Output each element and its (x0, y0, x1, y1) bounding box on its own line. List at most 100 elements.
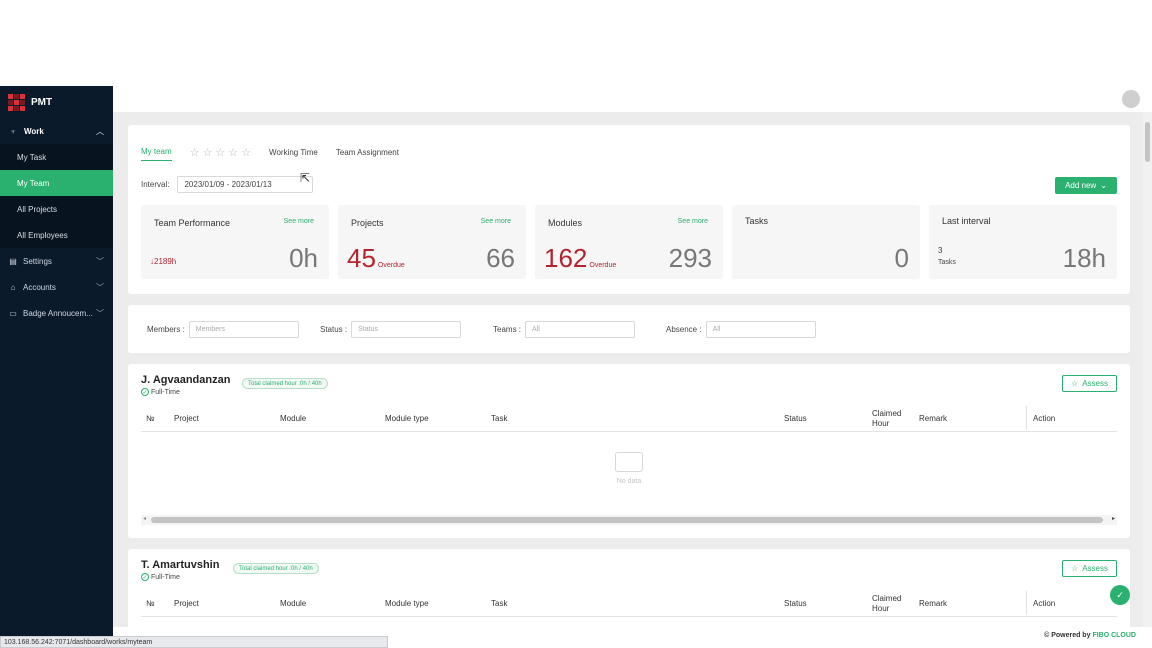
see-more-link[interactable]: See more (481, 218, 511, 225)
stat-delta: ↓2189h (150, 257, 177, 266)
col-task: Task (491, 414, 508, 423)
star-icon[interactable]: ☆ (215, 146, 225, 159)
app-name: PMT (31, 96, 53, 108)
empty-state: No data (128, 452, 1130, 485)
settings-icon: ▤ (9, 256, 17, 266)
tab-working-time[interactable]: Working Time (269, 148, 318, 157)
col-module: Module (280, 414, 307, 423)
logo-icon (8, 93, 25, 111)
claimed-hour-badge: Total claimed hour :0h / 40h (233, 563, 319, 574)
browser-status-url: 103.168.56.242:7071/dashboard/works/myte… (0, 636, 388, 648)
member-header: J. Agvaandanzan ✓ Full-Time (141, 374, 230, 396)
main-content: My team ☆ ☆ ☆ ☆ ☆ Working Time Team Assi… (113, 86, 1152, 648)
stat-value: 0h (289, 243, 318, 273)
sidebar-item-all-projects[interactable]: All Projects (0, 196, 113, 222)
employment-type: ✓ Full-Time (141, 388, 180, 396)
badge-icon: ▭ (9, 308, 17, 318)
assess-button[interactable]: ☆ Assess (1062, 375, 1117, 392)
stat-modules: Modules See more 162 Overdue 293 (535, 205, 723, 279)
teams-select[interactable]: All (525, 320, 636, 338)
member-card: J. Agvaandanzan ✓ Full-Time Total claimed… (128, 364, 1130, 538)
stat-team-performance: Team Performance See more ↓2189h 0h (141, 205, 329, 279)
mouse-cursor-icon: ⇱ (300, 171, 311, 185)
scroll-left-icon[interactable]: ◂ (143, 515, 146, 522)
table-header: № Project Module Module type Task Status… (141, 591, 1117, 617)
sidebar-group-label: Work (24, 126, 44, 136)
favorite-stars[interactable]: ☆ ☆ ☆ ☆ ☆ (190, 146, 251, 159)
powered-by: © Powered by FIBO CLOUD (1044, 632, 1136, 639)
member-name: J. Agvaandanzan (141, 374, 231, 386)
stat-title: Projects (351, 218, 384, 228)
filter-absence: Absence : All (666, 320, 816, 338)
filters-card: Members : Members Status : Status Teams … (128, 305, 1130, 353)
check-circle-icon: ✓ (141, 388, 149, 396)
sidebar-item-my-team[interactable]: My Team (0, 170, 113, 196)
check-circle-icon: ✓ (1116, 589, 1124, 600)
col-task: Task (491, 599, 508, 608)
col-module-type: Module type (385, 414, 429, 423)
no-data-text: No data (616, 478, 642, 485)
help-fab-button[interactable]: ✓ (1110, 585, 1130, 605)
overview-card: My team ☆ ☆ ☆ ☆ ☆ Working Time Team Assi… (128, 125, 1130, 294)
star-icon[interactable]: ☆ (241, 146, 251, 159)
star-icon: ☆ (1071, 379, 1079, 388)
stat-tasks: Tasks 0 (732, 205, 920, 279)
tab-team-assignment[interactable]: Team Assignment (336, 148, 399, 157)
stat-title: Tasks (745, 216, 769, 226)
horizontal-scrollbar[interactable]: ◂ ▸ (141, 515, 1117, 525)
member-name: T. Amartuvshin (141, 559, 220, 571)
claimed-hour-badge: Total claimed hour :0h / 40h (242, 378, 328, 389)
star-icon[interactable]: ☆ (228, 146, 238, 159)
sidebar-item-my-task[interactable]: My Task (0, 144, 113, 170)
sidebar-item-settings[interactable]: ▤ Settings ﹀ (0, 248, 113, 274)
avatar[interactable] (1122, 90, 1140, 108)
status-select[interactable]: Status (351, 320, 462, 338)
sidebar-group-work[interactable]: ♆ Work ︿ (0, 118, 113, 144)
add-new-button[interactable]: Add new ⌄ (1055, 177, 1117, 194)
tab-bar: My team ☆ ☆ ☆ ☆ ☆ Working Time Team Assi… (141, 145, 417, 161)
scroll-right-icon[interactable]: ▸ (1112, 515, 1115, 522)
stat-title: Team Performance (154, 218, 231, 228)
sidebar-item-badge-announcement[interactable]: ▭ Badge Annoucem... ﹀ (0, 300, 113, 326)
star-icon[interactable]: ☆ (190, 146, 200, 159)
interval-label: Interval: (141, 180, 170, 189)
col-action: Action (1033, 599, 1056, 608)
stat-last-interval: Last interval 3 Tasks 18h (929, 205, 1117, 279)
stat-overdue: 162 Overdue (544, 243, 617, 273)
sidebar-item-accounts[interactable]: ⌂ Accounts ﹀ (0, 274, 113, 300)
stat-value: 66 (486, 243, 515, 273)
col-module: Module (280, 599, 307, 608)
filter-status: Status : Status (320, 320, 493, 338)
members-select[interactable]: Members (188, 320, 299, 338)
stat-overdue: 45 Overdue (347, 243, 405, 273)
tab-my-team[interactable]: My team (141, 147, 172, 161)
stat-title: Last interval (942, 216, 991, 226)
chevron-up-icon: ︿ (96, 126, 104, 136)
sidebar-item-all-employees[interactable]: All Employees (0, 222, 113, 248)
chevron-down-icon: ﹀ (96, 256, 104, 266)
col-remark: Remark (919, 414, 948, 423)
col-status: Status (784, 414, 807, 423)
col-no: № (146, 599, 155, 608)
browser-top-area (0, 0, 1152, 86)
stat-value: 18h (1062, 243, 1106, 273)
assess-button[interactable]: ☆ Assess (1062, 560, 1117, 577)
table-header: № Project Module Module type Task Status… (141, 406, 1117, 432)
col-project: Project (174, 414, 199, 423)
date-range-picker[interactable]: 2023/01/09 - 2023/01/13 (177, 176, 314, 193)
col-remark: Remark (919, 599, 948, 608)
col-claimed-hour: Claimed Hour (872, 409, 902, 428)
app-logo[interactable]: PMT (0, 86, 113, 118)
see-more-link[interactable]: See more (678, 218, 708, 225)
star-icon[interactable]: ☆ (203, 146, 213, 159)
stat-tasks-count: 3 Tasks (938, 246, 956, 266)
see-more-link[interactable]: See more (284, 218, 314, 225)
sidebar: PMT ♆ Work ︿ My Task My Team All Project… (0, 86, 113, 648)
accounts-icon: ⌂ (10, 282, 16, 292)
filter-label: Members : (147, 324, 185, 334)
col-claimed-hour: Claimed Hour (872, 594, 902, 613)
col-no: № (146, 414, 155, 423)
vertical-scrollbar[interactable] (1143, 112, 1152, 648)
stat-title: Modules (548, 218, 583, 228)
absence-select[interactable]: All (705, 320, 816, 338)
